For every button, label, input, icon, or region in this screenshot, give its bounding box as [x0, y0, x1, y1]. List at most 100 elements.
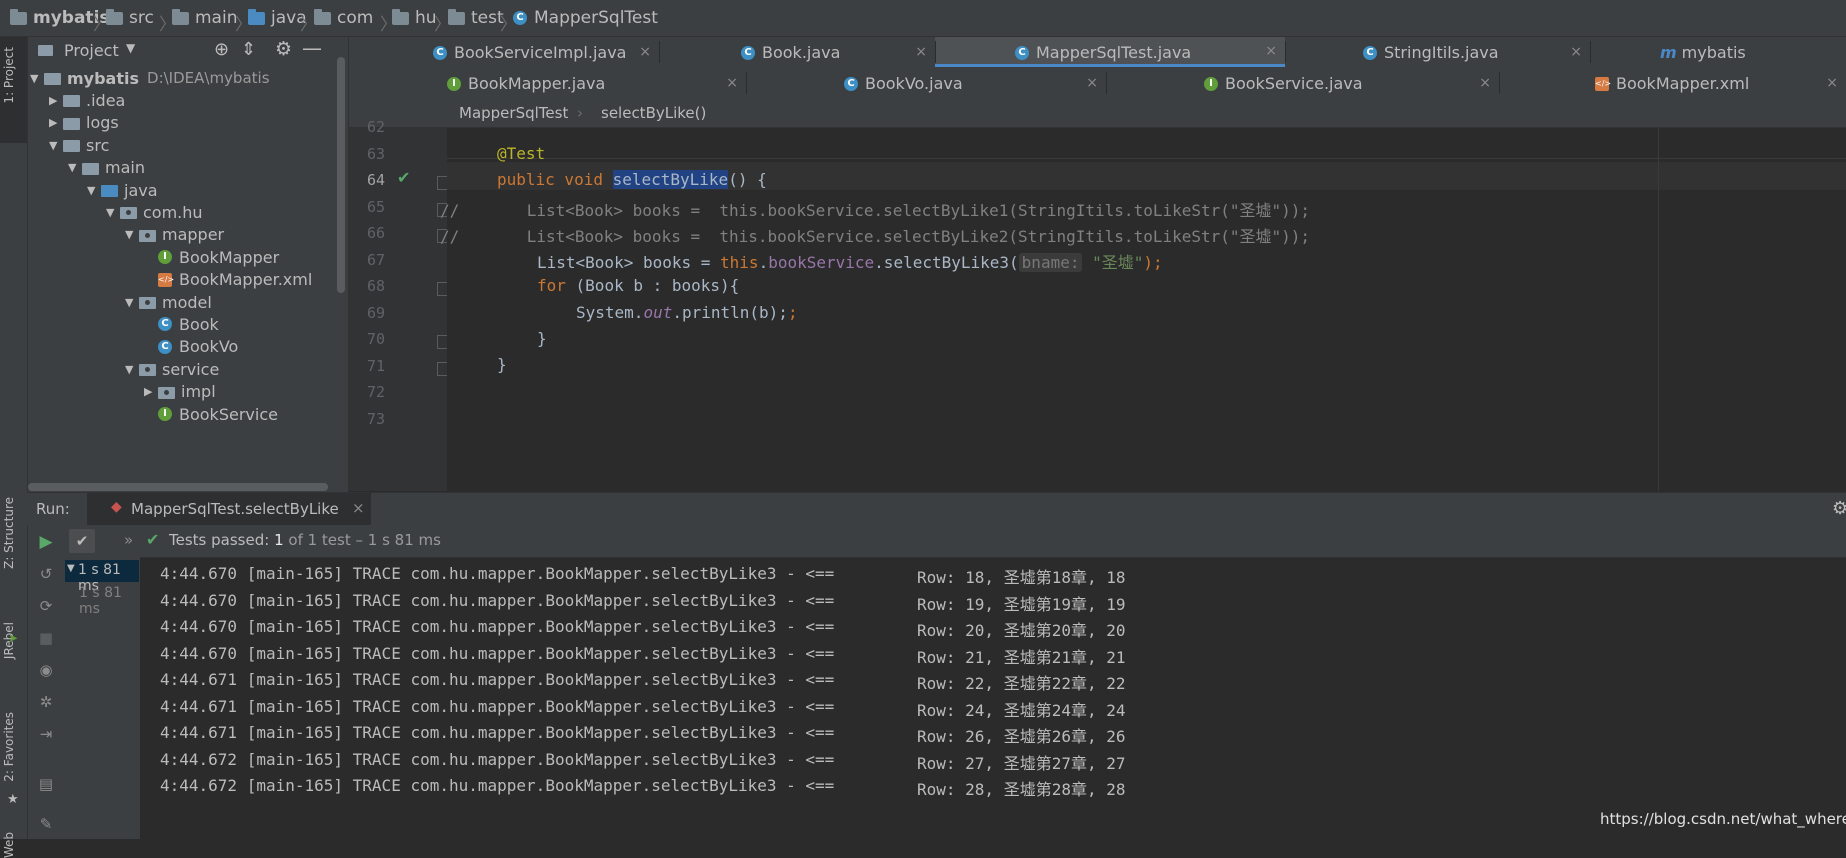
project-tree-node[interactable]: ▼ mapper	[125, 223, 224, 247]
close-icon[interactable]: ×	[1826, 75, 1838, 91]
show-passed-toggle[interactable]: ✔	[69, 529, 95, 553]
close-icon[interactable]: ×	[352, 499, 365, 517]
layout-icon[interactable]: ▤	[37, 775, 55, 793]
editor-breadcrumb-class[interactable]: MapperSqlTest	[459, 104, 568, 122]
project-tree-node[interactable]: ▼ java	[87, 178, 158, 202]
editor-tab[interactable]: C Book.java ×	[659, 37, 935, 67]
tree-vertical-scrollbar[interactable]	[337, 57, 345, 293]
collapse-all-icon[interactable]: ⇕	[241, 39, 256, 60]
breadcrumb-item-java[interactable]: java	[248, 0, 307, 36]
project-tree-node[interactable]: ▶ impl	[144, 380, 216, 404]
editor-breadcrumb: MapperSqlTest › selectByLike()	[349, 99, 1846, 128]
project-tree-node[interactable]: ▼ main	[68, 156, 145, 180]
folder-icon	[63, 95, 80, 108]
project-tree-node[interactable]: ▼ model	[125, 290, 212, 314]
package-icon	[158, 386, 175, 399]
package-icon	[139, 297, 156, 309]
close-icon[interactable]: ×	[1086, 75, 1098, 91]
editor-tab[interactable]: I BookService.java ×	[1106, 68, 1499, 98]
project-tree-node[interactable]: I BookService	[144, 402, 278, 426]
breadcrumb-item-src[interactable]: src	[106, 0, 154, 36]
editor-breadcrumb-method[interactable]: selectByLike()	[601, 104, 706, 122]
project-tree-node[interactable]: C BookVo	[144, 335, 238, 359]
project-tree-node[interactable]: ▼ service	[125, 357, 219, 381]
editor-tab[interactable]: </> BookMapper.xml ×	[1499, 68, 1846, 98]
web-tool-tab[interactable]: Web	[2, 832, 16, 858]
close-icon[interactable]: ×	[726, 75, 738, 91]
tree-horizontal-scrollbar[interactable]	[28, 483, 328, 491]
project-tree-node[interactable]: I BookMapper	[144, 245, 279, 269]
code-line-69: System.out.println(b);;	[576, 303, 798, 322]
run-panel-header: Run: ◆ MapperSqlTest.selectByLike × ⚙	[27, 492, 1846, 526]
import-icon[interactable]: ⇥	[37, 725, 55, 743]
rerun-failed-icon[interactable]: ↺	[37, 565, 55, 583]
close-icon[interactable]: ×	[639, 44, 651, 60]
line-number: 70	[366, 330, 385, 348]
check-icon: ✔	[146, 530, 160, 549]
debug-bug-icon[interactable]: ✲	[37, 693, 55, 711]
code-line-71: }	[497, 355, 507, 374]
project-tree-label: BookMapper	[179, 247, 280, 267]
console-line-prefix: 4:44.671 [main-165] TRACE com.hu.mapper.…	[160, 670, 835, 689]
run-test-gutter-icon[interactable]: ✔	[397, 168, 410, 187]
xml-file-icon: </>	[1595, 76, 1611, 91]
editor-tab[interactable]: C StringItils.java ×	[1285, 37, 1590, 67]
editor-tab[interactable]: m mybatis	[1590, 37, 1846, 67]
project-tree-node[interactable]: C Book	[144, 312, 219, 336]
project-tree-node[interactable]: ▶ .idea	[49, 88, 125, 112]
project-tool-tab[interactable]: 1: Project	[2, 47, 16, 104]
breadcrumb-item-main[interactable]: main	[172, 0, 237, 36]
editor-tab[interactable]: I BookMapper.java ×	[349, 68, 746, 98]
project-tree-node[interactable]: ▼ mybatis D:\IDEA\mybatis	[30, 66, 270, 90]
stop-icon[interactable]: ■	[37, 629, 55, 647]
locate-target-icon[interactable]: ⊕	[214, 39, 229, 60]
console-line-row: Row: 20, 圣墟第20章, 20	[917, 621, 1126, 640]
close-icon[interactable]: ×	[1570, 44, 1582, 60]
selected-method-name: selectByLike	[612, 170, 729, 189]
close-icon[interactable]: ×	[1265, 43, 1277, 59]
test-tree-row-selected[interactable]: ▼ 1 s 81 ms	[65, 560, 139, 594]
tab-divider	[746, 72, 747, 94]
project-view-selector[interactable]: Project	[64, 41, 119, 60]
breadcrumb-item-hu[interactable]: hu	[392, 0, 437, 36]
code-editor[interactable]: @Test public void selectByLike() { // Li…	[440, 128, 1846, 491]
test-results-tree: ✔ ▼ 1 s 81 ms 1 s 81 ms	[65, 525, 141, 839]
rerun-play-icon[interactable]: ▶	[37, 533, 55, 551]
toggle-auto-test-icon[interactable]: ⟳	[37, 597, 55, 615]
code-line-67: List<Book> books = this.bookService.sele…	[537, 253, 1163, 272]
run-config-tab[interactable]: ◆ MapperSqlTest.selectByLike ×	[87, 493, 371, 525]
close-icon[interactable]: ×	[1479, 75, 1491, 91]
parameter-hint: bname:	[1018, 253, 1083, 272]
expand-icon[interactable]: »	[124, 531, 133, 549]
tab-divider	[659, 41, 660, 63]
console-line: 4:44.670 [main-165] TRACE com.hu.mapper.…	[160, 644, 1126, 667]
chevron-down-icon[interactable]: ▼	[126, 41, 135, 55]
gear-icon[interactable]: ⚙	[1832, 498, 1846, 519]
project-tree-node[interactable]: ▼ src	[49, 133, 109, 157]
interface-icon: I	[447, 76, 461, 91]
pin-icon[interactable]: ✎	[37, 815, 55, 833]
project-tree-label: BookMapper.xml	[179, 270, 313, 290]
project-tree-node[interactable]: ▶ logs	[49, 111, 119, 135]
breadcrumb-item-com[interactable]: com	[314, 0, 373, 36]
breadcrumb-item-mappersqltest[interactable]: C MapperSqlTest	[513, 0, 658, 36]
breadcrumb-item-test[interactable]: test	[448, 0, 504, 36]
editor-tab[interactable]: C BookVo.java ×	[746, 68, 1106, 98]
hide-panel-icon[interactable]: —	[302, 36, 322, 60]
project-tree-label: main	[105, 158, 145, 178]
project-tree-label: java	[124, 180, 158, 200]
editor-tab[interactable]: C BookServiceImpl.java ×	[349, 37, 659, 67]
editor-tab[interactable]: C MapperSqlTest.java ×	[935, 37, 1285, 67]
chevron-down-icon: ▼	[125, 362, 134, 376]
gear-icon[interactable]: ⚙	[275, 38, 292, 60]
structure-tool-tab[interactable]: Z: Structure	[2, 497, 16, 569]
project-tree-node[interactable]: </> BookMapper.xml	[144, 268, 312, 292]
favorites-tool-tab[interactable]: 2: Favorites	[2, 712, 16, 782]
module-folder-icon	[44, 73, 61, 85]
close-icon[interactable]: ×	[915, 44, 927, 60]
camera-icon[interactable]: ◉	[37, 661, 55, 679]
project-tree-node[interactable]: ▼ com.hu	[106, 200, 203, 224]
project-tree-label: logs	[86, 113, 119, 133]
console-output[interactable]: 4:44.670 [main-165] TRACE com.hu.mapper.…	[140, 558, 1846, 839]
code-line-65: // List<Book> books = this.bookService.s…	[440, 201, 1311, 220]
